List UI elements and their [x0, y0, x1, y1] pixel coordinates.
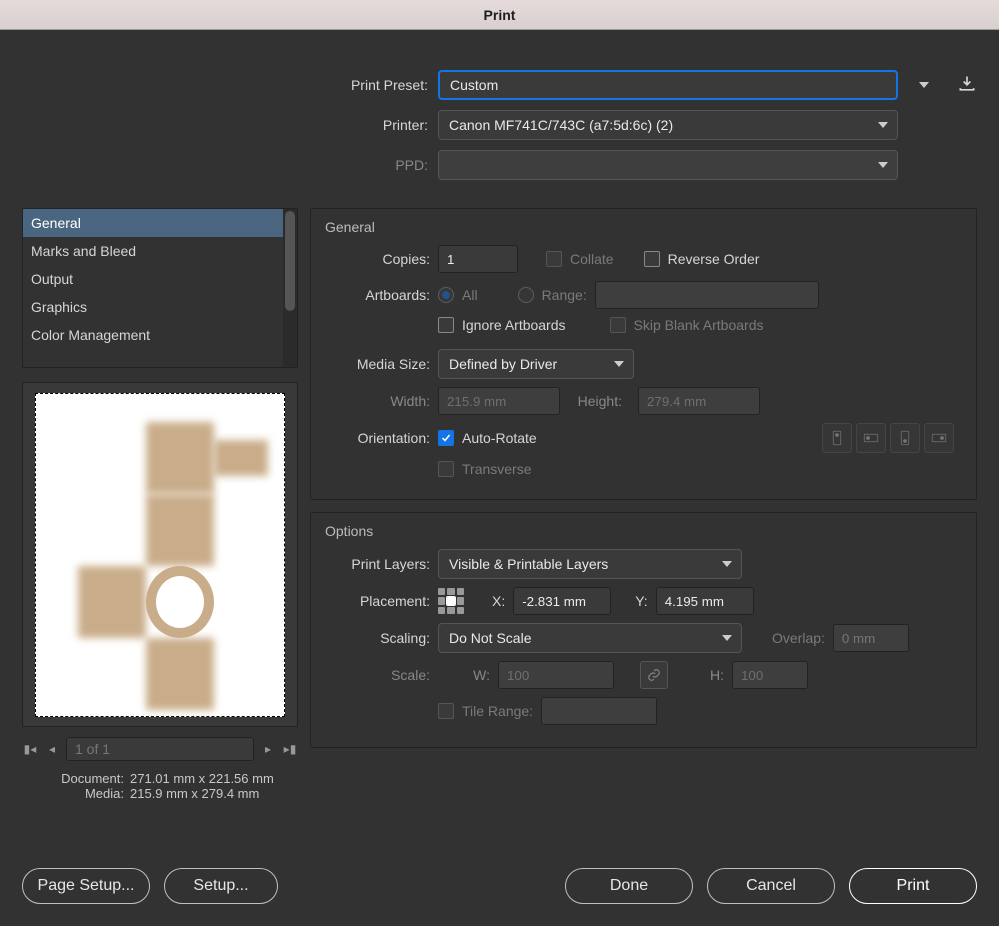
- collate-checkbox: [546, 251, 562, 267]
- ppd-select: [438, 150, 898, 180]
- h-input: [732, 661, 808, 689]
- page-setup-button[interactable]: Page Setup...: [22, 868, 150, 904]
- height-label: Height:: [568, 393, 630, 409]
- y-label: Y:: [635, 593, 647, 609]
- scaling-label: Scaling:: [325, 630, 430, 646]
- category-list: GeneralMarks and BleedOutputGraphicsColo…: [22, 208, 298, 368]
- pager-next-icon[interactable]: ▸: [260, 742, 276, 756]
- range-label: Range:: [542, 287, 587, 303]
- overlap-label: Overlap:: [772, 630, 825, 646]
- skip-blank-label: Skip Blank Artboards: [634, 317, 764, 333]
- reverse-order-label: Reverse Order: [668, 251, 760, 267]
- width-input: [438, 387, 560, 415]
- auto-rotate-checkbox[interactable]: [438, 430, 454, 446]
- general-section: General Copies: Collate Reverse Order Ar…: [310, 208, 977, 500]
- portrait-down-icon: [890, 423, 920, 453]
- ppd-label: PPD:: [22, 157, 438, 173]
- cancel-button[interactable]: Cancel: [707, 868, 835, 904]
- reverse-order-checkbox[interactable]: [644, 251, 660, 267]
- all-radio: [438, 287, 454, 303]
- landscape-left-icon: [856, 423, 886, 453]
- ignore-artboards-label: Ignore Artboards: [462, 317, 566, 333]
- preset-label: Print Preset:: [22, 77, 438, 93]
- auto-rotate-label: Auto-Rotate: [462, 430, 537, 446]
- media-size-label: Media Size:: [325, 356, 430, 372]
- preview-area: [22, 382, 298, 727]
- range-radio: [518, 287, 534, 303]
- copies-input[interactable]: [438, 245, 518, 273]
- print-layers-select[interactable]: Visible & Printable Layers: [438, 549, 742, 579]
- skip-blank-checkbox: [610, 317, 626, 333]
- overlap-input: [833, 624, 909, 652]
- tile-range-checkbox: [438, 703, 454, 719]
- portrait-up-icon: [822, 423, 852, 453]
- options-title: Options: [325, 523, 962, 539]
- placement-grid[interactable]: [438, 588, 464, 614]
- category-item-output[interactable]: Output: [23, 265, 283, 293]
- printer-label: Printer:: [22, 117, 438, 133]
- category-scrollbar[interactable]: [283, 209, 297, 367]
- print-layers-label: Print Layers:: [325, 556, 430, 572]
- transverse-checkbox: [438, 461, 454, 477]
- range-input: [595, 281, 819, 309]
- h-label: H:: [676, 667, 724, 683]
- x-label: X:: [492, 593, 505, 609]
- width-label: Width:: [325, 393, 430, 409]
- print-button[interactable]: Print: [849, 868, 977, 904]
- collate-label: Collate: [570, 251, 614, 267]
- height-input: [638, 387, 760, 415]
- done-button[interactable]: Done: [565, 868, 693, 904]
- ignore-artboards-checkbox[interactable]: [438, 317, 454, 333]
- link-icon: [640, 661, 668, 689]
- preset-select[interactable]: Custom: [438, 70, 898, 100]
- document-value: 271.01 mm x 221.56 mm: [130, 771, 274, 786]
- scale-label: Scale:: [325, 667, 430, 683]
- placement-label: Placement:: [325, 593, 430, 609]
- pager-field[interactable]: 1 of 1: [66, 737, 254, 761]
- options-section: Options Print Layers: Visible & Printabl…: [310, 512, 977, 748]
- media-label: Media:: [22, 786, 130, 801]
- tile-range-input: [541, 697, 657, 725]
- pager-last-icon[interactable]: ▸▮: [282, 742, 298, 756]
- y-input[interactable]: [656, 587, 754, 615]
- orientation-label: Orientation:: [325, 430, 430, 446]
- window-title: Print: [484, 7, 516, 23]
- media-value: 215.9 mm x 279.4 mm: [130, 786, 259, 801]
- media-size-select[interactable]: Defined by Driver: [438, 349, 634, 379]
- transverse-label: Transverse: [462, 461, 532, 477]
- save-preset-icon[interactable]: [957, 74, 977, 97]
- all-label: All: [462, 287, 478, 303]
- pager-prev-icon[interactable]: ◂: [44, 742, 60, 756]
- printer-select[interactable]: Canon MF741C/743C (a7:5d:6c) (2): [438, 110, 898, 140]
- titlebar: Print: [0, 0, 999, 30]
- document-label: Document:: [22, 771, 130, 786]
- general-title: General: [325, 219, 962, 235]
- pager-first-icon[interactable]: ▮◂: [22, 742, 38, 756]
- category-item-color-management[interactable]: Color Management: [23, 321, 283, 349]
- tile-range-label: Tile Range:: [462, 703, 533, 719]
- artboards-label: Artboards:: [325, 287, 430, 303]
- category-item-general[interactable]: General: [23, 209, 283, 237]
- scaling-select[interactable]: Do Not Scale: [438, 623, 742, 653]
- setup-button[interactable]: Setup...: [164, 868, 278, 904]
- copies-label: Copies:: [325, 251, 430, 267]
- category-item-marks-and-bleed[interactable]: Marks and Bleed: [23, 237, 283, 265]
- w-input: [498, 661, 614, 689]
- category-item-graphics[interactable]: Graphics: [23, 293, 283, 321]
- x-input[interactable]: [513, 587, 611, 615]
- landscape-right-icon: [924, 423, 954, 453]
- w-label: W:: [438, 667, 490, 683]
